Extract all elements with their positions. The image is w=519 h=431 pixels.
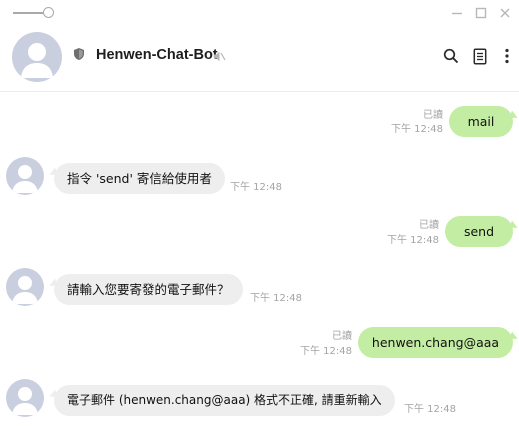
chat-title[interactable]: Henwen-Chat-Bot bbox=[96, 47, 218, 63]
message-bubble-out[interactable]: henwen.chang@aaa bbox=[358, 327, 513, 358]
chat-header: Henwen-Chat-Bot bbox=[0, 26, 519, 92]
search-icon bbox=[443, 48, 459, 64]
mute-icon bbox=[213, 48, 226, 67]
close-icon bbox=[500, 8, 510, 18]
bot-avatar[interactable] bbox=[6, 379, 44, 417]
default-user-icon bbox=[12, 387, 38, 415]
message-time: 下午 12:48 bbox=[387, 235, 439, 246]
shield-icon bbox=[73, 46, 85, 65]
default-user-icon bbox=[21, 43, 53, 78]
read-receipt: 已讀 bbox=[423, 110, 443, 121]
opacity-slider-handle[interactable] bbox=[43, 7, 54, 18]
message-list[interactable]: 已讀 下午 12:48 mail 指令 'send' 寄信給使用者 下午 12:… bbox=[0, 93, 519, 431]
maximize-icon bbox=[475, 7, 487, 19]
message-bubble-out[interactable]: send bbox=[445, 216, 513, 247]
read-receipt: 已讀 bbox=[332, 331, 352, 342]
bot-avatar[interactable] bbox=[6, 157, 44, 195]
message-bubble-in[interactable]: 指令 'send' 寄信給使用者 bbox=[54, 163, 225, 194]
message-bubble-in[interactable]: 電子郵件 (henwen.chang@aaa) 格式不正確, 請重新輸入 bbox=[54, 385, 395, 416]
default-user-icon bbox=[12, 276, 38, 304]
chat-avatar[interactable] bbox=[12, 32, 62, 82]
maximize-button[interactable] bbox=[472, 4, 490, 22]
message-time: 下午 12:48 bbox=[391, 124, 443, 135]
title-bar bbox=[0, 0, 519, 26]
message-time: 下午 12:48 bbox=[250, 293, 302, 304]
close-button[interactable] bbox=[496, 4, 514, 22]
notes-icon bbox=[473, 48, 487, 64]
message-time: 下午 12:48 bbox=[300, 346, 352, 357]
message-time: 下午 12:48 bbox=[404, 404, 456, 415]
more-options-button[interactable] bbox=[498, 46, 516, 66]
opacity-slider-track[interactable] bbox=[13, 12, 45, 14]
more-icon bbox=[505, 48, 509, 64]
bot-avatar[interactable] bbox=[6, 268, 44, 306]
message-bubble-in[interactable]: 請輸入您要寄發的電子郵件？ bbox=[54, 274, 243, 305]
message-time: 下午 12:48 bbox=[230, 182, 282, 193]
minimize-icon bbox=[452, 12, 462, 15]
search-button[interactable] bbox=[442, 46, 460, 66]
default-user-icon bbox=[12, 165, 38, 193]
notes-button[interactable] bbox=[471, 46, 489, 66]
message-bubble-out[interactable]: mail bbox=[449, 106, 513, 137]
minimize-button[interactable] bbox=[448, 4, 466, 22]
read-receipt: 已讀 bbox=[419, 220, 439, 231]
